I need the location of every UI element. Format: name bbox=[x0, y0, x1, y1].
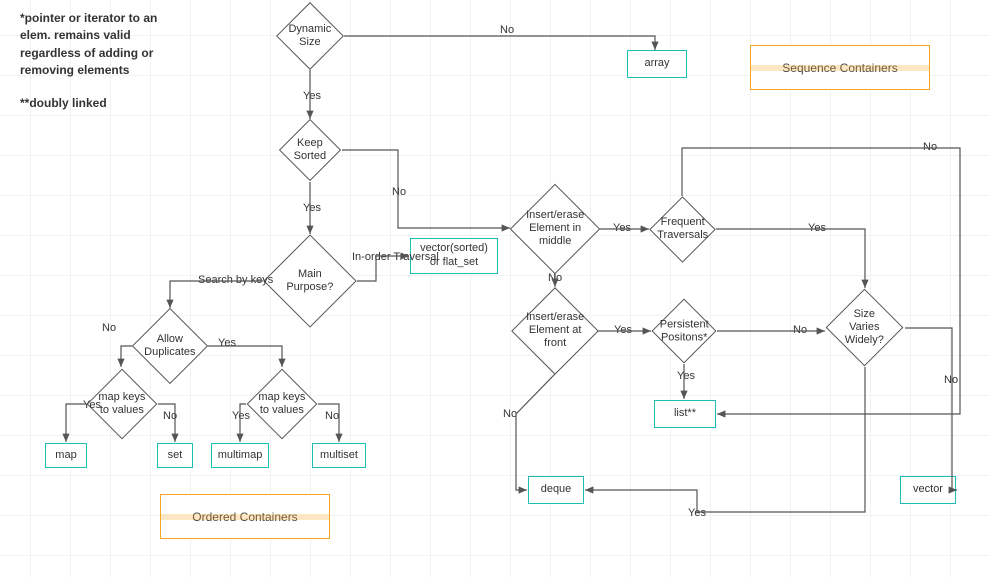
result-deque: deque bbox=[528, 476, 584, 504]
label-yes-10: Yes bbox=[688, 507, 706, 519]
result-vector: vector bbox=[900, 476, 956, 504]
label-yes-1: Yes bbox=[303, 90, 321, 102]
label-no-1: No bbox=[500, 24, 514, 36]
label-yes-2: Yes bbox=[303, 202, 321, 214]
decision-size-varies: Size Varies Widely? bbox=[826, 289, 904, 367]
label-no-8: No bbox=[503, 408, 517, 420]
decision-map-keys-right: map keys to values bbox=[247, 369, 318, 440]
label-yes-7: Yes bbox=[808, 222, 826, 234]
result-multiset: multiset bbox=[312, 443, 366, 468]
footnote-1: *pointer or iterator to an elem. remains… bbox=[20, 10, 190, 80]
label-no-3: No bbox=[102, 322, 116, 334]
label-no-9: No bbox=[793, 324, 807, 336]
decision-insert-front: Insert/erase Element at front bbox=[511, 287, 599, 375]
decision-main-purpose: Main Purpose? bbox=[263, 234, 356, 327]
decision-persistent-positions: Persistent Positons* bbox=[651, 298, 716, 363]
decision-keep-sorted: Keep Sorted bbox=[279, 119, 341, 181]
decision-frequent-traversals: Frequent Traversals bbox=[649, 196, 715, 262]
result-map: map bbox=[45, 443, 87, 468]
label-no-4: No bbox=[163, 410, 177, 422]
result-set: set bbox=[157, 443, 193, 468]
decision-dynamic-size: Dynamic Size bbox=[276, 2, 344, 70]
label-yes-6: Yes bbox=[613, 222, 631, 234]
label-yes-3: Yes bbox=[218, 337, 236, 349]
footnote-2: **doubly linked bbox=[20, 95, 190, 112]
decision-allow-duplicates: Allow Duplicates bbox=[132, 308, 208, 384]
label-yes-5: Yes bbox=[232, 410, 250, 422]
banner-ordered-containers: Ordered Containers bbox=[160, 494, 330, 539]
diagram-canvas: *pointer or iterator to an elem. remains… bbox=[0, 0, 990, 577]
label-no-10: No bbox=[944, 374, 958, 386]
label-yes-4: Yes bbox=[83, 399, 101, 411]
label-inorder-traversal: In-order Traversal bbox=[352, 251, 412, 263]
label-no-6: No bbox=[548, 272, 562, 284]
banner-sequence-containers: Sequence Containers bbox=[750, 45, 930, 90]
label-no-2: No bbox=[392, 186, 406, 198]
result-multimap: multimap bbox=[211, 443, 269, 468]
label-no-7: No bbox=[923, 141, 937, 153]
label-yes-8: Yes bbox=[614, 324, 632, 336]
label-search-by-keys: Search by keys bbox=[198, 274, 273, 286]
label-yes-9: Yes bbox=[677, 370, 695, 382]
label-no-5: No bbox=[325, 410, 339, 422]
result-array: array bbox=[627, 50, 687, 78]
decision-insert-middle: Insert/erase Element in middle bbox=[510, 184, 601, 275]
result-list: list** bbox=[654, 400, 716, 428]
